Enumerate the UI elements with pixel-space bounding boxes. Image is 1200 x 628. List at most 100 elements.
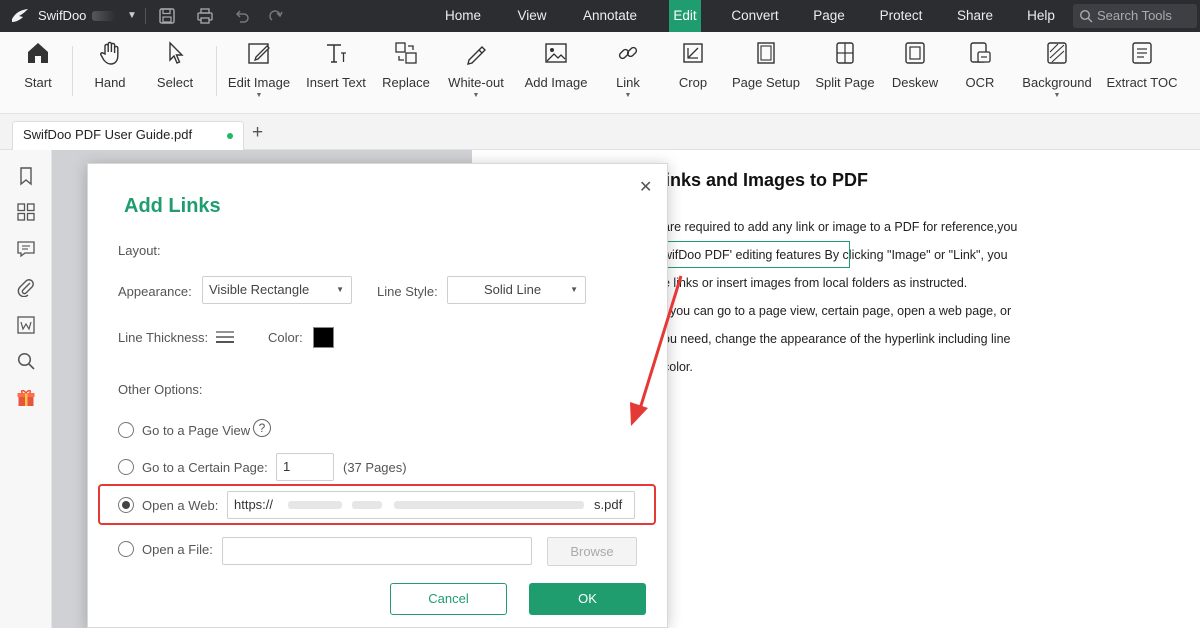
edit-image-button[interactable]: Edit Image ▼ — [226, 40, 292, 99]
file-path-input[interactable] — [222, 537, 532, 565]
appearance-label: Appearance: — [118, 284, 192, 299]
page-setup-icon — [757, 42, 775, 64]
menu-view[interactable]: View — [503, 0, 561, 32]
certain-page-option-label: Go to a Certain Page: — [142, 460, 268, 475]
web-url-prefix: https:// — [234, 497, 274, 512]
menu-page[interactable]: Page — [803, 0, 855, 32]
word-document-icon[interactable] — [16, 315, 36, 335]
undo-icon[interactable] — [233, 7, 251, 25]
menu-protect[interactable]: Protect — [868, 0, 934, 32]
ocr-button[interactable]: OCR — [961, 40, 999, 90]
menu-share[interactable]: Share — [947, 0, 1003, 32]
line-style-label: Line Style: — [377, 284, 438, 299]
select-tool-button[interactable]: Select — [152, 40, 198, 90]
blurred-url-segment — [394, 501, 584, 509]
other-options-label: Other Options: — [118, 382, 203, 397]
swifdoo-logo-icon — [12, 9, 28, 22]
print-icon[interactable] — [196, 7, 214, 25]
menu-help[interactable]: Help — [1016, 0, 1066, 32]
open-file-option-label: Open a File: — [142, 542, 213, 557]
white-out-dropdown-icon[interactable]: ▼ — [443, 92, 509, 99]
insert-text-button[interactable]: Insert Text — [304, 40, 368, 90]
link-label: Link — [616, 75, 640, 90]
menu-edit[interactable]: Edit — [669, 0, 701, 32]
crop-button[interactable]: Crop — [675, 40, 711, 90]
search-icon[interactable] — [16, 351, 36, 371]
ok-button[interactable]: OK — [529, 583, 646, 615]
web-url-input[interactable]: https:// s.pdf — [227, 491, 635, 519]
add-links-dialog: ✕ Add Links Layout: Appearance: Visible … — [87, 163, 668, 628]
line-thickness-label: Line Thickness: — [118, 330, 209, 345]
background-label: Background — [1022, 75, 1092, 90]
gift-icon[interactable] — [16, 388, 36, 408]
thumbnails-grid-icon[interactable] — [16, 202, 36, 222]
page-number-input[interactable]: 1 — [276, 453, 334, 481]
add-tab-button[interactable]: + — [252, 123, 263, 143]
line-style-select[interactable]: Solid Line ▼ — [447, 276, 586, 304]
open-file-radio[interactable] — [118, 541, 134, 557]
line-style-value: Solid Line — [484, 282, 542, 297]
open-web-radio[interactable] — [118, 497, 134, 513]
web-url-suffix: s.pdf — [594, 497, 623, 512]
page-view-radio[interactable] — [118, 422, 134, 438]
line-thickness-icon[interactable] — [215, 330, 235, 344]
cancel-button[interactable]: Cancel — [390, 583, 507, 615]
white-out-pen-icon — [467, 46, 486, 65]
crop-icon — [683, 43, 703, 63]
extract-toc-button[interactable]: Extract TOC — [1105, 40, 1179, 90]
save-icon[interactable] — [158, 7, 176, 25]
search-tools-placeholder: Search Tools — [1097, 8, 1172, 23]
color-label: Color: — [268, 330, 303, 345]
chevron-down-icon: ▼ — [336, 285, 344, 294]
appearance-select[interactable]: Visible Rectangle ▼ — [202, 276, 352, 304]
split-page-icon — [836, 42, 854, 64]
extract-toc-label: Extract TOC — [1106, 75, 1178, 90]
page-setup-label: Page Setup — [732, 75, 800, 90]
bookmark-icon[interactable] — [16, 166, 36, 186]
edit-image-dropdown-icon[interactable]: ▼ — [226, 92, 292, 99]
doc-heading: inks and Images to PDF — [665, 170, 869, 190]
document-tab-bar: SwifDoo PDF User Guide.pdf + — [0, 114, 1200, 150]
add-image-icon — [545, 43, 567, 63]
attachment-paperclip-icon[interactable] — [16, 277, 36, 297]
start-button[interactable]: Start — [18, 40, 58, 90]
link-rectangle-highlight[interactable] — [654, 241, 850, 268]
link-button[interactable]: Link ▼ — [608, 40, 648, 99]
add-image-button[interactable]: Add Image — [521, 40, 591, 90]
split-page-button[interactable]: Split Page — [813, 40, 877, 90]
menu-convert[interactable]: Convert — [719, 0, 791, 32]
color-swatch[interactable] — [313, 327, 334, 348]
crop-label: Crop — [678, 75, 708, 90]
insert-text-label: Insert Text — [306, 75, 366, 90]
comment-icon[interactable] — [16, 239, 36, 259]
hand-tool-button[interactable]: Hand — [88, 40, 132, 90]
page-setup-button[interactable]: Page Setup — [731, 40, 801, 90]
redo-icon[interactable] — [267, 7, 285, 25]
menu-home[interactable]: Home — [432, 0, 494, 32]
background-button[interactable]: Background ▼ — [1017, 40, 1097, 99]
app-menu-dropdown-icon[interactable]: ▼ — [127, 10, 137, 21]
document-tab[interactable]: SwifDoo PDF User Guide.pdf — [12, 121, 244, 150]
background-dropdown-icon[interactable]: ▼ — [1017, 92, 1097, 99]
close-icon[interactable]: ✕ — [639, 177, 652, 197]
help-question-icon[interactable]: ? — [253, 419, 271, 437]
menu-annotate[interactable]: Annotate — [570, 0, 650, 32]
ocr-label: OCR — [965, 75, 995, 90]
certain-page-radio[interactable] — [118, 459, 134, 475]
page-view-option-label: Go to a Page View — [142, 423, 251, 438]
deskew-button[interactable]: Deskew — [889, 40, 941, 90]
link-dropdown-icon[interactable]: ▼ — [608, 92, 648, 99]
replace-button[interactable]: Replace — [380, 40, 432, 90]
search-tools-input[interactable]: Search Tools — [1073, 4, 1197, 28]
total-pages-note: (37 Pages) — [343, 460, 407, 475]
open-web-option-label: Open a Web: — [142, 498, 219, 513]
app-name: SwifDoo — [38, 8, 87, 23]
white-out-button[interactable]: White-out ▼ — [443, 40, 509, 99]
add-image-label: Add Image — [524, 75, 588, 90]
doc-text-line: ou need, change the appearance of the hy… — [663, 332, 1011, 346]
insert-text-icon — [327, 44, 346, 63]
blurred-url-segment — [352, 501, 382, 509]
browse-button[interactable]: Browse — [547, 537, 637, 566]
page-number-value: 1 — [283, 459, 291, 474]
ribbon-separator — [216, 46, 217, 96]
